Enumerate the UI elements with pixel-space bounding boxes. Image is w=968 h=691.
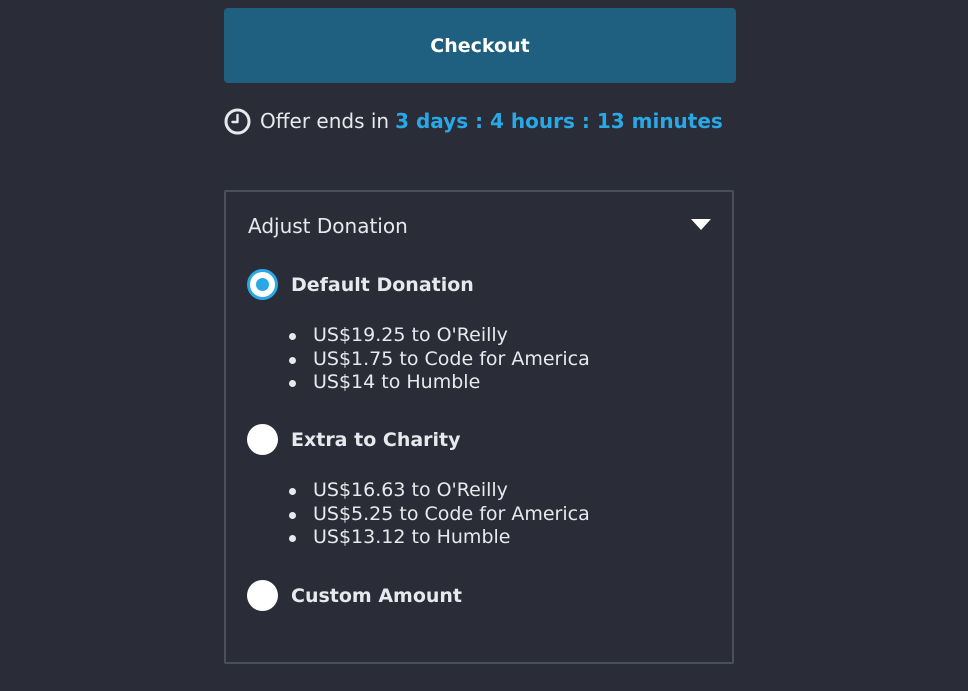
offer-countdown-time: 3 days : 4 hours : 13 minutes xyxy=(395,109,723,133)
default-donation-breakdown: US$19.25 to O'Reilly US$1.75 to Code for… xyxy=(289,324,590,395)
page: Checkout Offer ends in 3 days : 4 hours … xyxy=(0,0,968,691)
custom-amount-radio[interactable] xyxy=(247,580,278,611)
extra-to-charity-breakdown: US$16.63 to O'Reilly US$5.25 to Code for… xyxy=(289,479,590,550)
option-custom-amount[interactable]: Custom Amount xyxy=(247,580,462,611)
custom-amount-label[interactable]: Custom Amount xyxy=(291,585,462,607)
list-item: US$14 to Humble xyxy=(289,371,590,395)
list-item: US$5.25 to Code for America xyxy=(289,503,590,527)
extra-to-charity-label[interactable]: Extra to Charity xyxy=(291,429,461,451)
extra-to-charity-radio[interactable] xyxy=(247,424,278,455)
checkout-button[interactable]: Checkout xyxy=(224,8,736,83)
default-donation-label[interactable]: Default Donation xyxy=(291,274,474,296)
offer-countdown: Offer ends in 3 days : 4 hours : 13 minu… xyxy=(224,106,723,136)
list-item: US$16.63 to O'Reilly xyxy=(289,479,590,503)
list-item: US$13.12 to Humble xyxy=(289,526,590,550)
list-item: US$1.75 to Code for America xyxy=(289,348,590,372)
option-extra-to-charity[interactable]: Extra to Charity xyxy=(247,424,461,455)
default-donation-radio[interactable] xyxy=(247,269,278,300)
donation-panel-title[interactable]: Adjust Donation xyxy=(248,214,408,238)
offer-label: Offer ends in xyxy=(260,109,390,133)
chevron-down-icon[interactable] xyxy=(691,219,711,230)
option-default-donation[interactable]: Default Donation xyxy=(247,269,474,300)
list-item: US$19.25 to O'Reilly xyxy=(289,324,590,348)
clock-icon xyxy=(224,108,251,134)
donation-panel: Adjust Donation Default Donation US$19.2… xyxy=(224,190,734,664)
